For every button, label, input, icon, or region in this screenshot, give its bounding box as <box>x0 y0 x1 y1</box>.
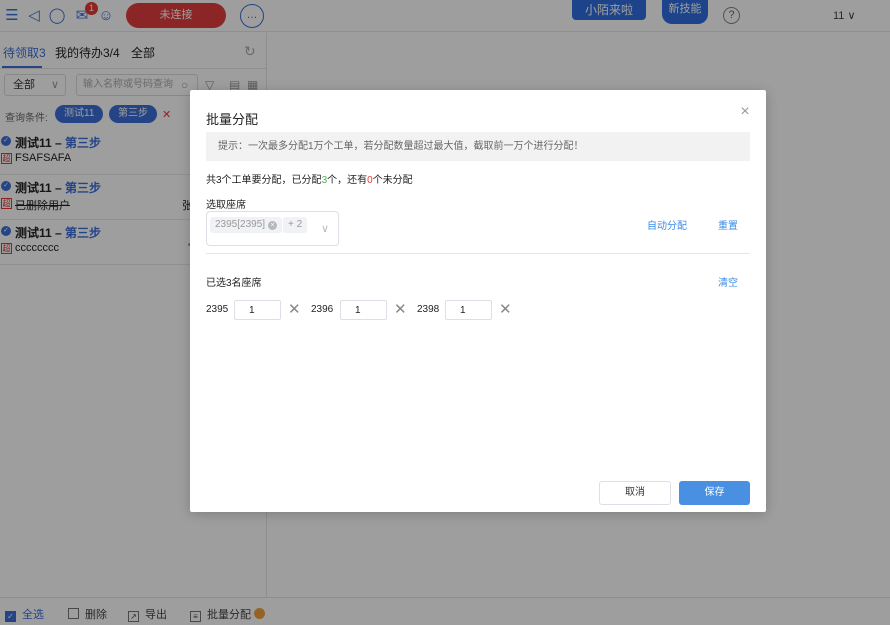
divider <box>206 253 750 254</box>
remove-seat-icon[interactable]: ✕ <box>499 301 512 319</box>
seat-select-label: 选取座席 <box>206 200 246 211</box>
seat-chip: 2395[2395] × <box>210 217 283 233</box>
close-icon[interactable]: × <box>738 104 752 120</box>
cancel-button[interactable]: 取消 <box>599 481 671 505</box>
seat-id: 2396 <box>311 304 334 315</box>
seat-allocation-row: 2395 ✕ 2396 ✕ 2398 ✕ <box>206 300 526 320</box>
chevron-down-icon: ∨ <box>321 223 330 235</box>
dialog-title: 批量分配 <box>206 112 259 127</box>
seat-count-input[interactable] <box>340 300 387 320</box>
reset-button[interactable]: 重置 <box>718 217 738 232</box>
remove-seat-icon[interactable]: ✕ <box>394 301 407 319</box>
remove-seat-icon[interactable]: ✕ <box>288 301 301 319</box>
selected-seats-count: 已选3名座席 <box>206 278 262 289</box>
assignment-summary: 共3个工单要分配，已分配3个，还有0个未分配 <box>206 175 413 186</box>
seat-id: 2398 <box>417 304 440 315</box>
clear-button[interactable]: 清空 <box>718 274 738 289</box>
chip-remove-icon[interactable]: × <box>268 221 278 230</box>
auto-assign-button[interactable]: 自动分配 <box>647 217 687 232</box>
seat-count-input[interactable] <box>234 300 281 320</box>
seat-id: 2395 <box>206 304 229 315</box>
seat-count-input[interactable] <box>445 300 492 320</box>
seat-multi-select[interactable]: 2395[2395] × + 2 ∨ <box>206 211 339 246</box>
batch-assign-dialog: 批量分配 × 提示：一次最多分配1万个工单，若分配数量超过最大值，截取前一万个进… <box>190 90 766 512</box>
tip-message: 提示：一次最多分配1万个工单，若分配数量超过最大值，截取前一万个进行分配！ <box>206 132 750 161</box>
save-button[interactable]: 保存 <box>679 481 750 505</box>
more-seats-chip: + 2 <box>283 217 308 233</box>
